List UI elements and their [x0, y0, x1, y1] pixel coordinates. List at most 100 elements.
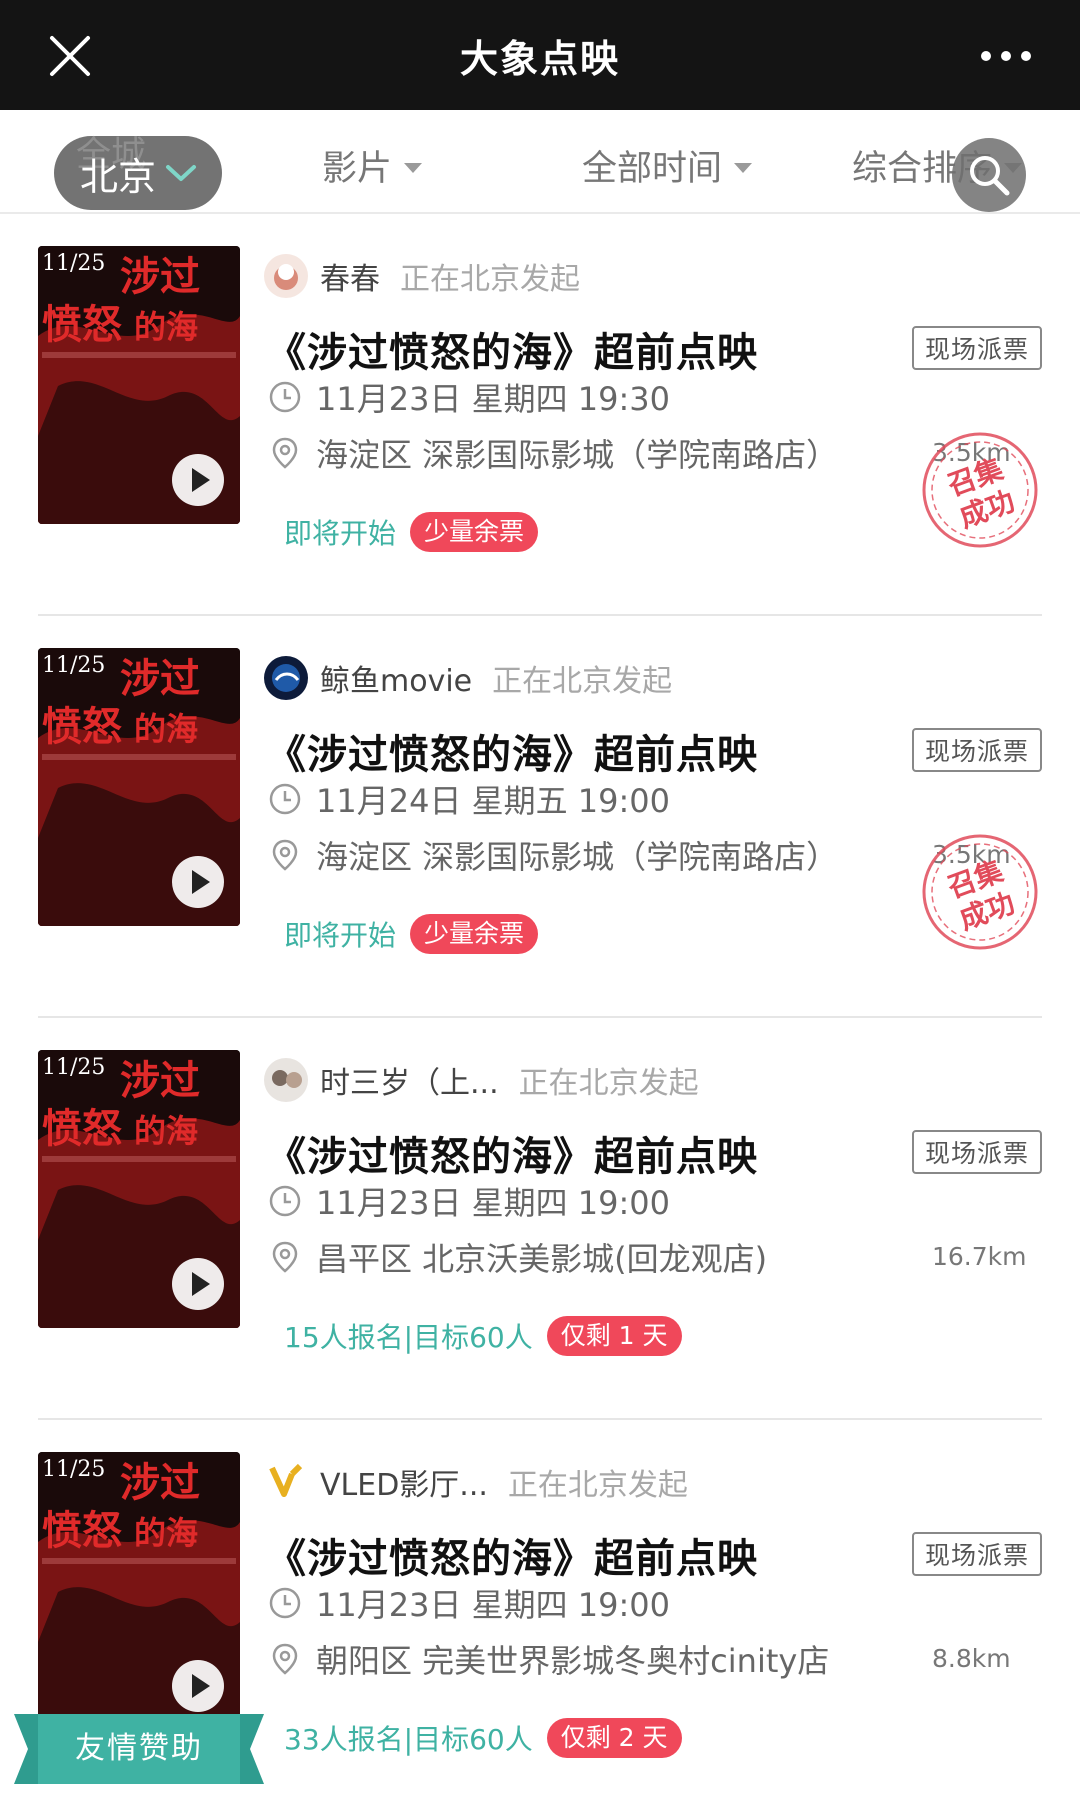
film-filter-label: 影片 — [322, 149, 393, 189]
time-row: 11月23日 星期四 19:30 — [268, 374, 670, 420]
avatar — [264, 1460, 308, 1504]
ticket-type-tag: 现场派票 — [912, 1130, 1042, 1174]
location-pin-icon — [272, 437, 298, 469]
distance: 8.8km — [932, 1644, 1011, 1673]
avatar — [264, 656, 308, 700]
status-text: 33人报名|目标60人 — [284, 1723, 533, 1756]
clock-icon — [269, 1587, 301, 1619]
poster-title-line2: 愤怒 — [42, 1105, 122, 1152]
poster-date: 11/25 — [42, 1457, 105, 1482]
poster-title-line1: 涉过 — [120, 1459, 200, 1506]
avatar — [264, 254, 308, 298]
location-row: 海淀区 深影国际影城（学院南路店） — [268, 832, 838, 878]
organizer-name: 鲸鱼movie — [320, 664, 473, 699]
movie-poster: 11/25 涉过 愤怒 的海 — [38, 1050, 240, 1328]
organizer-row: 时三岁（上... 正在北京发起 — [264, 1058, 699, 1102]
days-left-badge: 仅剩 1 天 — [546, 1316, 682, 1356]
location-row: 昌平区 北京沃美影城(回龙观店) — [268, 1234, 767, 1280]
status-text: 即将开始 — [284, 517, 397, 550]
event-time: 11月23日 星期四 19:30 — [316, 380, 671, 418]
event-location: 朝阳区 完美世界影城冬奥村cinity店 — [316, 1642, 830, 1680]
days-left-badge: 仅剩 2 天 — [546, 1718, 682, 1758]
organizer-action: 正在北京发起 — [400, 262, 580, 297]
sponsor-label: 友情赞助 — [75, 1731, 203, 1766]
clock-icon — [269, 381, 301, 413]
time-filter-label: 全部时间 — [582, 149, 723, 189]
play-icon[interactable] — [172, 1660, 224, 1712]
status-row: 15人报名|目标60人 仅剩 1 天 — [284, 1316, 682, 1356]
ticket-type-tag: 现场派票 — [912, 728, 1042, 772]
event-time: 11月23日 星期四 19:00 — [316, 1586, 671, 1624]
time-row: 11月23日 星期四 19:00 — [268, 1178, 670, 1224]
page-title: 大象点映 — [459, 37, 620, 81]
sponsor-ribbon: 友情赞助 — [14, 1714, 264, 1784]
event-card[interactable]: 11/25 涉过 愤怒 的海 鲸鱼movie 正在北京发起 《涉过愤怒的海》超前… — [0, 616, 1080, 1018]
location-pin-icon — [272, 1643, 298, 1675]
ticket-type-tag: 现场派票 — [912, 326, 1042, 370]
event-time: 11月23日 星期四 19:00 — [316, 1184, 671, 1222]
search-icon — [970, 156, 1010, 196]
event-location: 海淀区 深影国际影城（学院南路店） — [316, 838, 839, 876]
event-card[interactable]: 11/25 涉过 愤怒 的海 时三岁（上... 正在北京发起 《涉过愤怒的海》超… — [0, 1018, 1080, 1420]
movie-poster: 11/25 涉过 愤怒 的海 — [38, 246, 240, 524]
movie-poster: 11/25 涉过 愤怒 的海 — [38, 648, 240, 926]
status-row: 即将开始 少量余票 — [284, 512, 539, 552]
poster-title-line2: 愤怒 — [42, 703, 122, 750]
event-location: 海淀区 深影国际影城（学院南路店） — [316, 436, 839, 474]
organizer-row: VLED影厅... 正在北京发起 — [264, 1460, 688, 1504]
poster-title-line2: 愤怒 — [42, 301, 122, 348]
movie-poster: 11/25 涉过 愤怒 的海 — [38, 1452, 240, 1730]
organizer-action: 正在北京发起 — [492, 664, 673, 699]
event-title: 《涉过愤怒的海》超前点映 — [266, 1536, 758, 1582]
play-icon[interactable] — [172, 1258, 224, 1310]
time-row: 11月24日 星期五 19:00 — [268, 776, 670, 822]
play-icon[interactable] — [172, 454, 224, 506]
poster-date: 11/25 — [42, 251, 105, 276]
city-filter-button[interactable]: 全城 北京 — [54, 135, 222, 210]
organizer-action: 正在北京发起 — [518, 1066, 699, 1101]
organizer-action: 正在北京发起 — [507, 1468, 688, 1503]
organizer-name: VLED影厅... — [320, 1468, 488, 1503]
clock-icon — [269, 783, 301, 815]
poster-title-line3: 的海 — [134, 308, 198, 346]
organizer-row: 春春 正在北京发起 — [264, 254, 580, 298]
city-label: 北京 — [80, 154, 157, 199]
dropdown-arrow-icon — [734, 162, 753, 173]
poster-title-line1: 涉过 — [120, 1057, 200, 1104]
poster-title-line3: 的海 — [134, 710, 198, 748]
location-row: 海淀区 深影国际影城（学院南路店） — [268, 430, 838, 476]
poster-title-line3: 的海 — [134, 1112, 198, 1150]
location-pin-icon — [272, 1241, 298, 1273]
time-row: 11月23日 星期四 19:00 — [268, 1580, 670, 1626]
top-bar: 大象点映 — [0, 0, 1080, 110]
chevron-down-icon — [166, 165, 197, 181]
organizer-name: 时三岁（上... — [320, 1066, 499, 1101]
search-button[interactable] — [952, 138, 1026, 212]
more-dots-icon[interactable] — [976, 36, 1036, 76]
poster-title-line3: 的海 — [134, 1514, 198, 1552]
ticket-badge: 少量余票 — [410, 914, 539, 954]
location-row: 朝阳区 完美世界影城冬奥村cinity店 — [268, 1636, 829, 1682]
success-stamp: 召集 成功 — [922, 834, 1038, 950]
play-icon[interactable] — [172, 856, 224, 908]
dropdown-arrow-icon — [404, 162, 423, 173]
time-filter[interactable]: 全部时间 — [582, 140, 753, 191]
poster-date: 11/25 — [42, 653, 105, 678]
status-text: 即将开始 — [284, 919, 397, 952]
ticket-type-tag: 现场派票 — [912, 1532, 1042, 1576]
status-text: 15人报名|目标60人 — [284, 1321, 533, 1354]
event-card[interactable]: 11/25 涉过 愤怒 的海 春春 正在北京发起 《涉过愤怒的海》超前点映 现场… — [0, 214, 1080, 616]
success-stamp: 召集 成功 — [922, 432, 1038, 548]
film-filter[interactable]: 影片 — [322, 140, 423, 191]
filter-bar: 全城 北京 影片 全部时间 综合排序 — [0, 110, 1080, 214]
poster-date: 11/25 — [42, 1055, 105, 1080]
event-time: 11月24日 星期五 19:00 — [316, 782, 671, 820]
event-title: 《涉过愤怒的海》超前点映 — [266, 330, 758, 376]
avatar — [264, 1058, 308, 1102]
status-row: 即将开始 少量余票 — [284, 914, 539, 954]
event-title: 《涉过愤怒的海》超前点映 — [266, 1134, 758, 1180]
location-pin-icon — [272, 839, 298, 871]
ticket-badge: 少量余票 — [410, 512, 539, 552]
poster-title-line1: 涉过 — [120, 253, 200, 300]
event-title: 《涉过愤怒的海》超前点映 — [266, 732, 758, 778]
